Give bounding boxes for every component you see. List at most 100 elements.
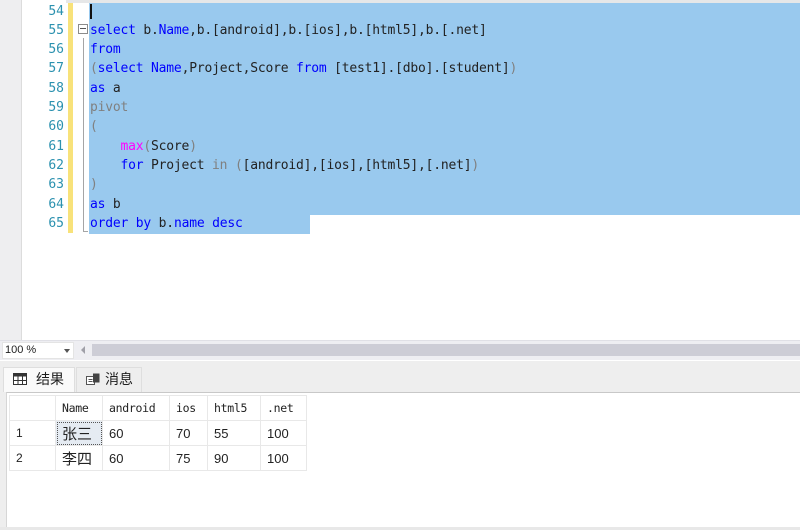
cell-name[interactable]: 李四	[55, 445, 103, 471]
sql-keyword: Name	[151, 61, 182, 76]
sql-operator: pivot	[90, 100, 129, 115]
column-header-name[interactable]: Name	[55, 395, 103, 421]
line-number: 56	[48, 42, 64, 57]
sql-text: ,b.[android],b.[ios],b.[html5],b.[.net]	[189, 23, 487, 38]
line-number: 65	[48, 216, 64, 231]
line-number: 62	[48, 158, 64, 173]
zoom-dropdown[interactable]: 100 %	[2, 342, 74, 359]
sql-keyword: for	[120, 158, 144, 173]
sql-keyword: as	[90, 197, 106, 212]
line-number: 60	[48, 119, 64, 134]
code-line-55: select b.Name,b.[android],b.[ios],b.[htm…	[90, 21, 487, 40]
sql-operator: (	[90, 61, 98, 76]
line-number: 63	[48, 177, 64, 192]
sql-text: Project	[143, 158, 213, 173]
tab-results-label: 结果	[36, 371, 64, 387]
scroll-left-arrow-icon[interactable]	[81, 346, 85, 354]
cell-net[interactable]: 100	[260, 445, 307, 471]
row-number[interactable]: 2	[9, 445, 56, 471]
collapse-region-icon[interactable]	[78, 24, 88, 34]
sql-text: [android],[ios],[html5],[.net]	[242, 158, 472, 173]
column-header-ios[interactable]: ios	[169, 395, 208, 421]
sql-operator: in	[212, 158, 228, 173]
chevron-down-icon[interactable]	[64, 349, 70, 353]
code-line-63: )	[90, 175, 98, 194]
sql-operator: )	[90, 177, 98, 192]
results-pane: 结果 消息 Name android ios html5 .net 1 张三 6…	[0, 361, 800, 530]
column-header-android[interactable]: android	[102, 395, 170, 421]
table-header-row: Name android ios html5 .net	[9, 395, 307, 421]
line-number: 58	[48, 81, 64, 96]
horizontal-scrollbar[interactable]	[92, 344, 800, 356]
sql-operator: (	[90, 119, 98, 134]
editor-status-bar: 100 %	[0, 340, 800, 360]
editor-left-margin	[0, 0, 22, 340]
sql-keyword: by	[135, 216, 152, 231]
sql-keyword: name	[173, 216, 205, 231]
text-caret	[90, 4, 92, 19]
line-number: 64	[48, 197, 64, 212]
code-line-59: pivot	[90, 98, 128, 117]
messages-icon	[86, 373, 100, 385]
sql-keyword: select	[97, 61, 144, 76]
line-number: 57	[48, 61, 64, 76]
results-grid[interactable]: Name android ios html5 .net 1 张三 60 70 5…	[6, 392, 800, 528]
grid-icon	[13, 373, 27, 385]
sql-text: ,Project,Score	[181, 61, 296, 76]
sql-keyword: as	[90, 81, 106, 96]
code-line-65: order by b.name desc	[90, 214, 243, 233]
sql-text: b.	[135, 23, 159, 38]
cell-android[interactable]: 60	[102, 420, 170, 446]
cell-html5[interactable]: 55	[207, 420, 261, 446]
zoom-value: 100 %	[5, 344, 37, 356]
line-number: 59	[48, 100, 64, 115]
sql-keyword: order	[90, 216, 129, 231]
sql-operator: )	[471, 158, 480, 173]
sql-function: max	[120, 139, 144, 154]
cell-ios[interactable]: 75	[169, 445, 208, 471]
change-tracking-bar	[68, 3, 73, 233]
outline-guide	[83, 38, 84, 231]
sql-operator: )	[189, 139, 197, 154]
sql-operator: (	[227, 158, 243, 173]
row-number[interactable]: 1	[9, 420, 56, 446]
cell-ios[interactable]: 70	[169, 420, 208, 446]
cell-name[interactable]: 张三	[55, 420, 103, 446]
cell-html5[interactable]: 90	[207, 445, 261, 471]
code-line-60: (	[90, 117, 98, 136]
column-header-rownum	[9, 395, 56, 421]
line-number-gutter: 54 55 56 57 58 59 60 61 62 63 64 65	[22, 0, 66, 340]
tab-results[interactable]: 结果	[3, 367, 75, 392]
outline-guide-end	[83, 231, 88, 232]
cell-android[interactable]: 60	[102, 445, 170, 471]
code-line-56: from	[90, 40, 121, 59]
sql-text: Score	[151, 139, 190, 154]
code-line-57: (select Name,Project,Score from [test1].…	[90, 59, 517, 78]
sql-keyword: Name	[158, 23, 190, 38]
sql-text: b.	[151, 216, 174, 231]
sql-keyword: desc	[212, 216, 243, 231]
line-number: 55	[48, 23, 64, 38]
results-table: Name android ios html5 .net 1 张三 60 70 5…	[9, 395, 307, 471]
query-editor[interactable]: 54 55 56 57 58 59 60 61 62 63 64 65 sele…	[0, 0, 800, 340]
tab-messages[interactable]: 消息	[76, 367, 142, 392]
sql-text: a	[105, 81, 121, 96]
sql-keyword: from	[295, 61, 327, 76]
cell-net[interactable]: 100	[260, 420, 307, 446]
column-header-html5[interactable]: html5	[207, 395, 261, 421]
line-number: 54	[48, 4, 64, 19]
sql-text: b	[105, 197, 121, 212]
code-line-62: for Project in ([android],[ios],[html5],…	[90, 156, 480, 175]
column-header-net[interactable]: .net	[260, 395, 307, 421]
line-number: 61	[48, 139, 64, 154]
sql-keyword: select	[90, 23, 136, 38]
code-line-64: as b	[90, 195, 121, 214]
table-row: 2 李四 60 75 90 100	[9, 445, 307, 471]
table-row: 1 张三 60 70 55 100	[9, 420, 307, 446]
tab-messages-label: 消息	[105, 371, 133, 387]
